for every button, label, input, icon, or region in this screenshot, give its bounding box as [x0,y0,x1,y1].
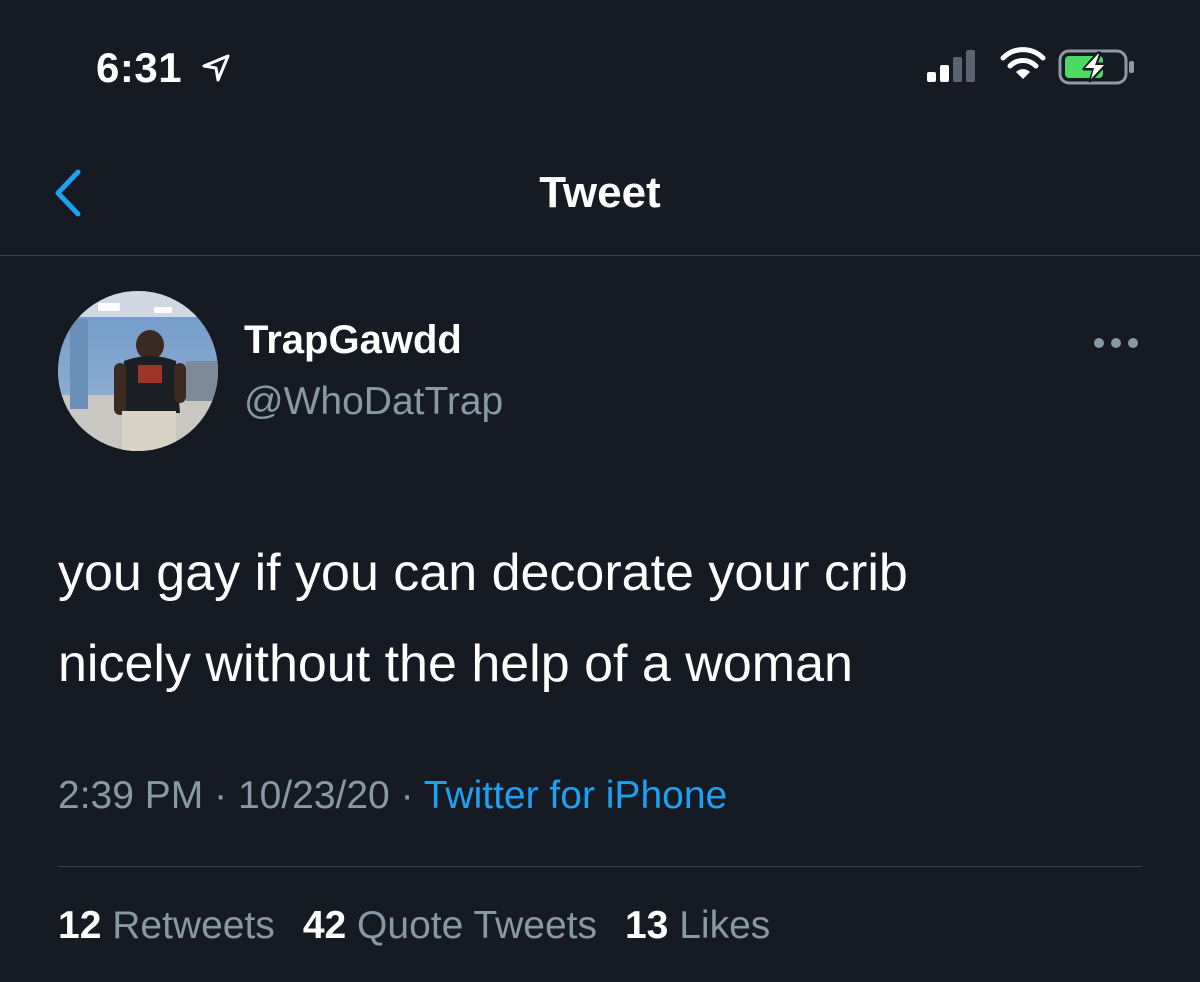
likes-stat[interactable]: 13 Likes [625,904,770,947]
tweet-source-link[interactable]: Twitter for iPhone [424,774,727,817]
header-divider [0,255,1200,256]
avatar[interactable] [58,291,218,451]
author-display-name[interactable]: TrapGawdd [244,318,462,363]
author-handle[interactable]: @WhoDatTrap [244,380,503,424]
more-options-icon[interactable] [1092,336,1140,350]
battery-charging-icon [1058,49,1134,85]
status-time: 6:31 [96,44,183,91]
meta-separator: · [214,774,228,817]
tweet-detail-screen: 6:31 Tweet TrapGawdd @WhoDatTrap you gay… [0,0,1200,982]
quote-tweets-stat[interactable]: 42 Quote Tweets [303,904,597,947]
page-title: Tweet [539,168,661,217]
avatar-image [58,291,218,451]
meta-divider [58,866,1142,867]
retweets-stat[interactable]: 12 Retweets [58,904,275,947]
location-arrow-icon [202,54,230,82]
tweet-text-line: nicely without the help of a woman [58,635,853,693]
quote-tweets-count: 42 [302,904,347,947]
tweet-date: 10/23/20 [237,774,390,817]
meta-separator: · [400,774,414,817]
tweet-meta: 2:39 PM · 10/23/20 · Twitter for iPhone [58,774,727,818]
cellular-signal-icon [927,50,975,82]
tweet-text: you gay if you can decorate your crib ni… [58,528,1148,710]
retweets-label: Retweets [112,904,275,947]
wifi-icon [1000,47,1046,79]
likes-label: Likes [679,904,771,947]
tweet-stats: 12 Retweets 42 Quote Tweets 13 Likes [58,904,770,948]
likes-count: 13 [624,904,669,947]
quote-tweets-label: Quote Tweets [357,904,597,947]
retweets-count: 12 [58,904,102,947]
tweet-time: 2:39 PM [58,774,204,817]
tweet-text-line: you gay if you can decorate your crib [58,544,908,602]
